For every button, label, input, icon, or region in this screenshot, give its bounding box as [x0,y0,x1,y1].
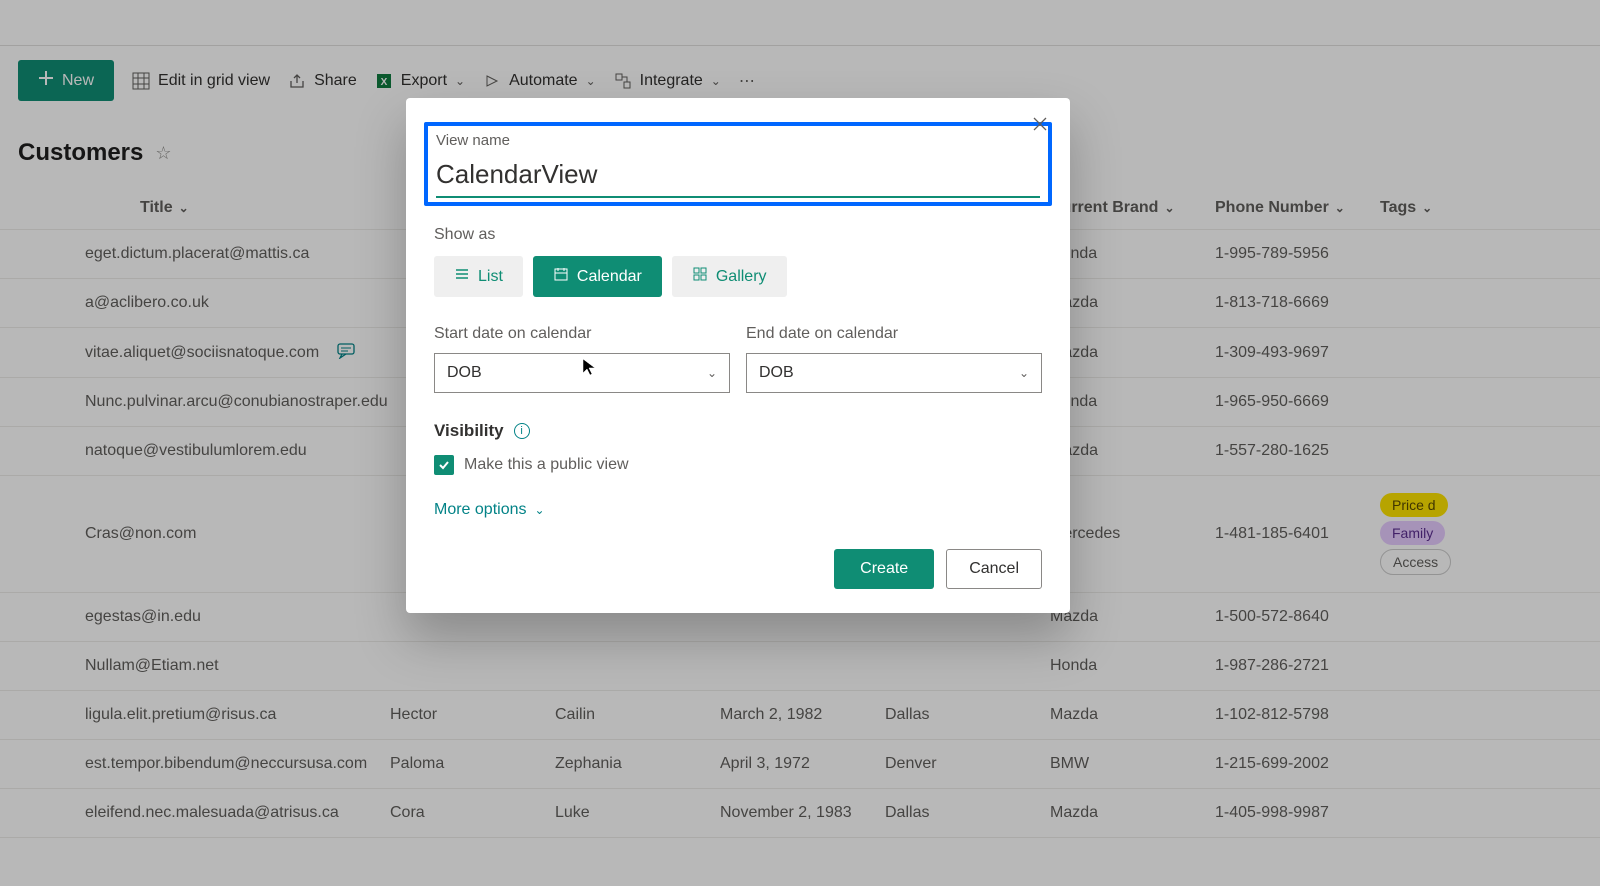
show-as-segmented: List Calendar Gallery [434,256,1042,297]
create-view-dialog: View name Show as List Calendar [406,98,1070,613]
view-name-label: View name [436,132,1040,149]
show-as-label: Show as [434,226,1042,244]
chevron-down-icon: ⌄ [707,366,717,380]
gallery-icon [692,266,708,287]
end-date-label: End date on calendar [746,325,1042,343]
cancel-button[interactable]: Cancel [946,549,1042,589]
show-as-calendar-button[interactable]: Calendar [533,256,662,297]
view-name-input[interactable] [436,153,1040,198]
more-options-toggle[interactable]: More options ⌄ [434,501,1042,519]
calendar-icon [553,266,569,287]
start-date-label: Start date on calendar [434,325,730,343]
close-button[interactable] [1032,116,1048,137]
info-icon[interactable]: i [514,423,530,439]
list-icon [454,266,470,287]
end-date-select[interactable]: DOB ⌄ [746,353,1042,393]
view-name-highlight: View name [424,122,1052,206]
visibility-label: Visibility [434,421,504,441]
show-as-gallery-button[interactable]: Gallery [672,256,787,297]
start-date-select[interactable]: DOB ⌄ [434,353,730,393]
show-as-list-button[interactable]: List [434,256,523,297]
close-icon [1032,116,1048,136]
public-view-checkbox[interactable] [434,455,454,475]
chevron-down-icon: ⌄ [535,503,545,517]
public-view-label: Make this a public view [464,456,629,474]
chevron-down-icon: ⌄ [1019,366,1029,380]
create-button[interactable]: Create [834,549,934,589]
